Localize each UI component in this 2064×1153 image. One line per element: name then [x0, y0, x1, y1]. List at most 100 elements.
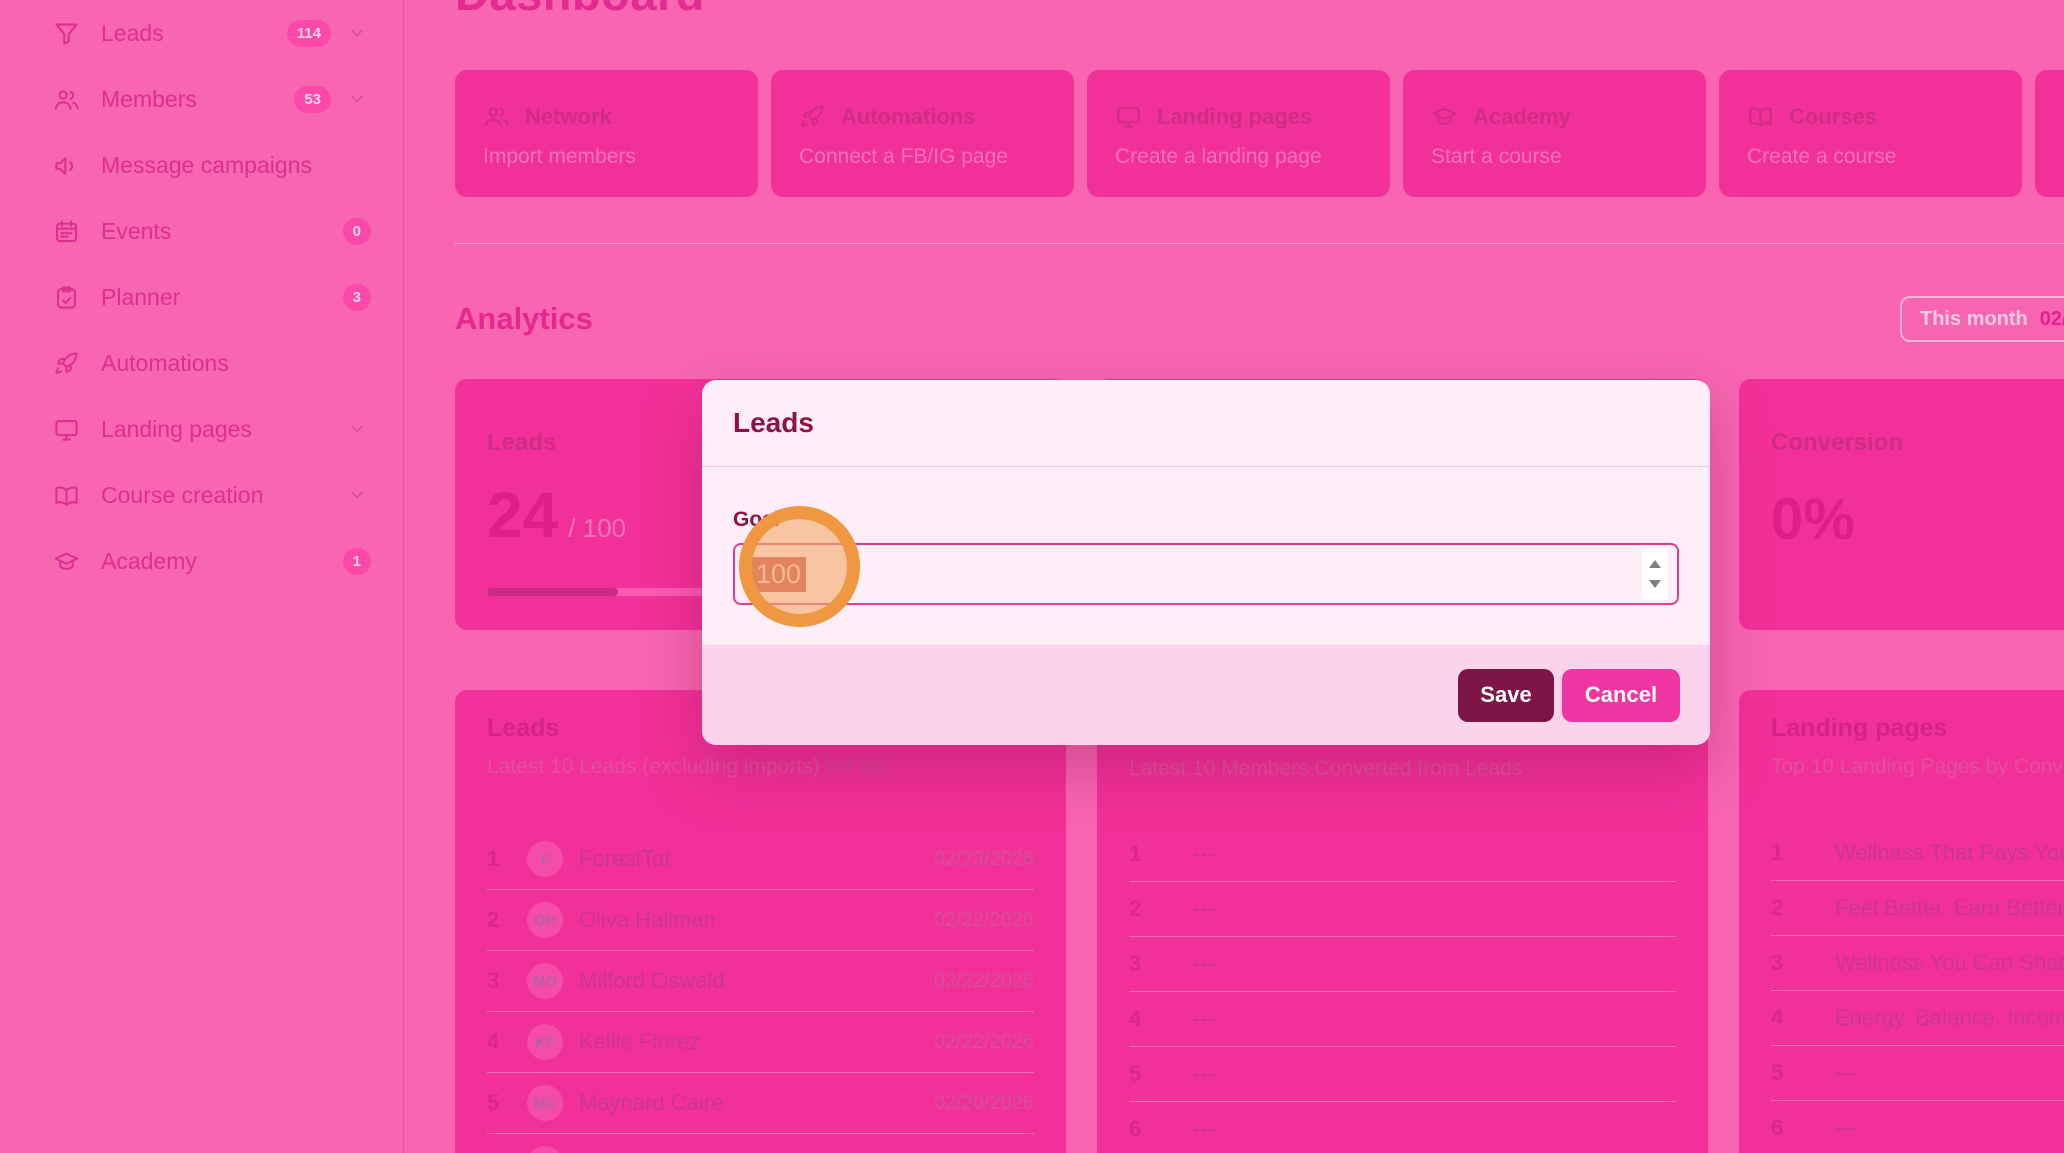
stepper-up-icon[interactable] — [1649, 560, 1661, 568]
landing-page-name: Wellness You Can Share — [1835, 950, 2064, 976]
sidebar-item-members[interactable]: Members 53 — [0, 66, 403, 132]
lead-date: 02/22/2026 — [934, 1031, 1034, 1054]
sidebar-item-landing-pages[interactable]: Landing pages — [0, 396, 403, 462]
megaphone-icon — [53, 152, 80, 179]
table-row[interactable]: 2 --- — [1129, 882, 1676, 937]
table-row[interactable]: 5 MC Maynard Caire 02/20/2026 — [487, 1073, 1034, 1134]
funnel-icon — [53, 20, 80, 47]
row-rank: 1 — [1771, 840, 1799, 866]
goal-input[interactable]: 100 — [733, 543, 1679, 605]
sidebar-item-message-campaigns[interactable]: Message campaigns — [0, 132, 403, 198]
events-count-badge: 0 — [343, 218, 371, 245]
table-row[interactable]: 1 --- — [1129, 827, 1676, 882]
stat-card-title: Leads — [487, 429, 556, 457]
avatar: KF — [527, 1024, 563, 1060]
lead-name: Maynard Caire — [579, 1090, 723, 1116]
period-selector[interactable]: This month 02/0 — [1900, 296, 2064, 342]
rocket-icon — [799, 103, 826, 130]
quick-action-landing-pages[interactable]: Landing pages Create a landing page — [1087, 70, 1390, 197]
table-row[interactable]: 4 --- — [1129, 992, 1676, 1047]
sidebar-item-automations[interactable]: Automations — [0, 330, 403, 396]
table-row[interactable]: 3 MO Milford Oswald 02/22/2026 — [487, 951, 1034, 1012]
members-count-badge: 53 — [294, 86, 331, 113]
clipboard-check-icon — [53, 284, 80, 311]
avatar: MO — [527, 963, 563, 999]
sidebar-item-label: Landing pages — [101, 416, 331, 443]
row-rank: 5 — [1129, 1061, 1157, 1087]
chevron-down-icon[interactable] — [347, 419, 367, 439]
landing-page-name: --- — [1835, 1060, 1857, 1086]
save-button[interactable]: Save — [1458, 669, 1554, 722]
table-row[interactable]: 2 OH Oliva Hallman 02/22/2026 — [487, 890, 1034, 951]
row-rank: 6 — [1129, 1116, 1157, 1142]
quick-action-subtitle: Create a landing page — [1115, 145, 1362, 169]
sidebar-item-events[interactable]: Events 0 — [0, 198, 403, 264]
list-title: Landing pages — [1771, 714, 2064, 743]
table-row[interactable]: 1 F ForestTaf 02/23/2026 — [487, 829, 1034, 890]
row-rank: 3 — [1771, 950, 1799, 976]
dialog-header: Leads — [702, 380, 1710, 467]
quick-action-title: Network — [525, 104, 612, 130]
lead-name: Kellie Florez — [579, 1029, 700, 1055]
quick-action-courses[interactable]: Courses Create a course — [1719, 70, 2022, 197]
table-row[interactable]: 6 --- — [1129, 1102, 1676, 1153]
academy-count-badge: 1 — [343, 548, 371, 575]
chevron-down-icon[interactable] — [347, 23, 367, 43]
users-icon — [53, 86, 80, 113]
quick-action-subtitle: Import members — [483, 145, 730, 169]
table-row[interactable]: 1 Wellness That Pays You Back — [1771, 826, 2064, 881]
table-row[interactable]: 6 --- — [1771, 1101, 2064, 1153]
quick-action-academy[interactable]: Academy Start a course — [1403, 70, 1706, 197]
quick-action-subtitle: Start a course — [1431, 145, 1678, 169]
table-row[interactable]: 6 MG Minda Gower 02/20/2026 — [487, 1134, 1034, 1153]
monitor-icon — [53, 416, 80, 443]
analytics-heading: Analytics — [455, 301, 593, 337]
avatar: MG — [527, 1146, 563, 1153]
conversion-value: 0% — [1771, 491, 1855, 549]
sidebar-item-course-creation[interactable]: Course creation — [0, 462, 403, 528]
table-row[interactable]: 3 --- — [1129, 937, 1676, 992]
quick-action-partial[interactable] — [2035, 70, 2064, 197]
leads-goal-total: / 100 — [568, 513, 626, 544]
sidebar-item-leads[interactable]: Leads 114 — [0, 0, 403, 66]
row-rank: 2 — [487, 907, 515, 933]
quick-action-title: Courses — [1789, 104, 1877, 130]
table-row[interactable]: 3 Wellness You Can Share — [1771, 936, 2064, 991]
lead-name: Milford Oswald — [579, 968, 724, 994]
sidebar-item-label: Members — [101, 86, 294, 113]
table-row[interactable]: 2 Feel Better. Earn Better. — [1771, 881, 2064, 936]
book-icon — [53, 482, 80, 509]
landing-page-name: Feel Better. Earn Better. — [1835, 895, 2064, 921]
landing-page-name: Energy. Balance. Income. — [1835, 1005, 2064, 1031]
landing-pages-list-card: Landing pages Top 10 Landing Pages by Co… — [1739, 690, 2064, 1153]
member-value: --- — [1193, 1006, 1215, 1032]
period-label: This month — [1920, 308, 2028, 331]
planner-count-badge: 3 — [343, 284, 371, 311]
landing-page-name: Wellness That Pays You Back — [1835, 840, 2064, 866]
cancel-button[interactable]: Cancel — [1562, 669, 1680, 722]
monitor-icon — [1115, 103, 1142, 130]
table-row[interactable]: 5 --- — [1129, 1047, 1676, 1102]
chevron-down-icon[interactable] — [347, 89, 367, 109]
sidebar-item-label: Course creation — [101, 482, 331, 509]
table-row[interactable]: 4 Energy. Balance. Income. — [1771, 991, 2064, 1046]
quick-action-automations[interactable]: Automations Connect a FB/IG page — [771, 70, 1074, 197]
sidebar-item-academy[interactable]: Academy 1 — [0, 528, 403, 594]
chevron-down-icon[interactable] — [347, 485, 367, 505]
sidebar-item-label: Academy — [101, 548, 343, 575]
row-rank: 1 — [487, 846, 515, 872]
landing-page-name: --- — [1835, 1115, 1857, 1141]
quick-action-subtitle: Create a course — [1747, 145, 1994, 169]
lead-date: 02/22/2026 — [934, 970, 1034, 993]
book-icon — [1747, 103, 1774, 130]
stepper-down-icon[interactable] — [1649, 580, 1661, 588]
quick-action-subtitle: Connect a FB/IG page — [799, 145, 1046, 169]
table-row[interactable]: 5 --- — [1771, 1046, 2064, 1101]
quick-action-network[interactable]: Network Import members — [455, 70, 758, 197]
row-rank: 1 — [1129, 841, 1157, 867]
leads-progress-fill — [487, 588, 618, 596]
table-row[interactable]: 4 KF Kellie Florez 02/22/2026 — [487, 1012, 1034, 1073]
row-rank: 4 — [1771, 1005, 1799, 1031]
sidebar-item-planner[interactable]: Planner 3 — [0, 264, 403, 330]
sidebar-item-label: Automations — [101, 350, 367, 377]
